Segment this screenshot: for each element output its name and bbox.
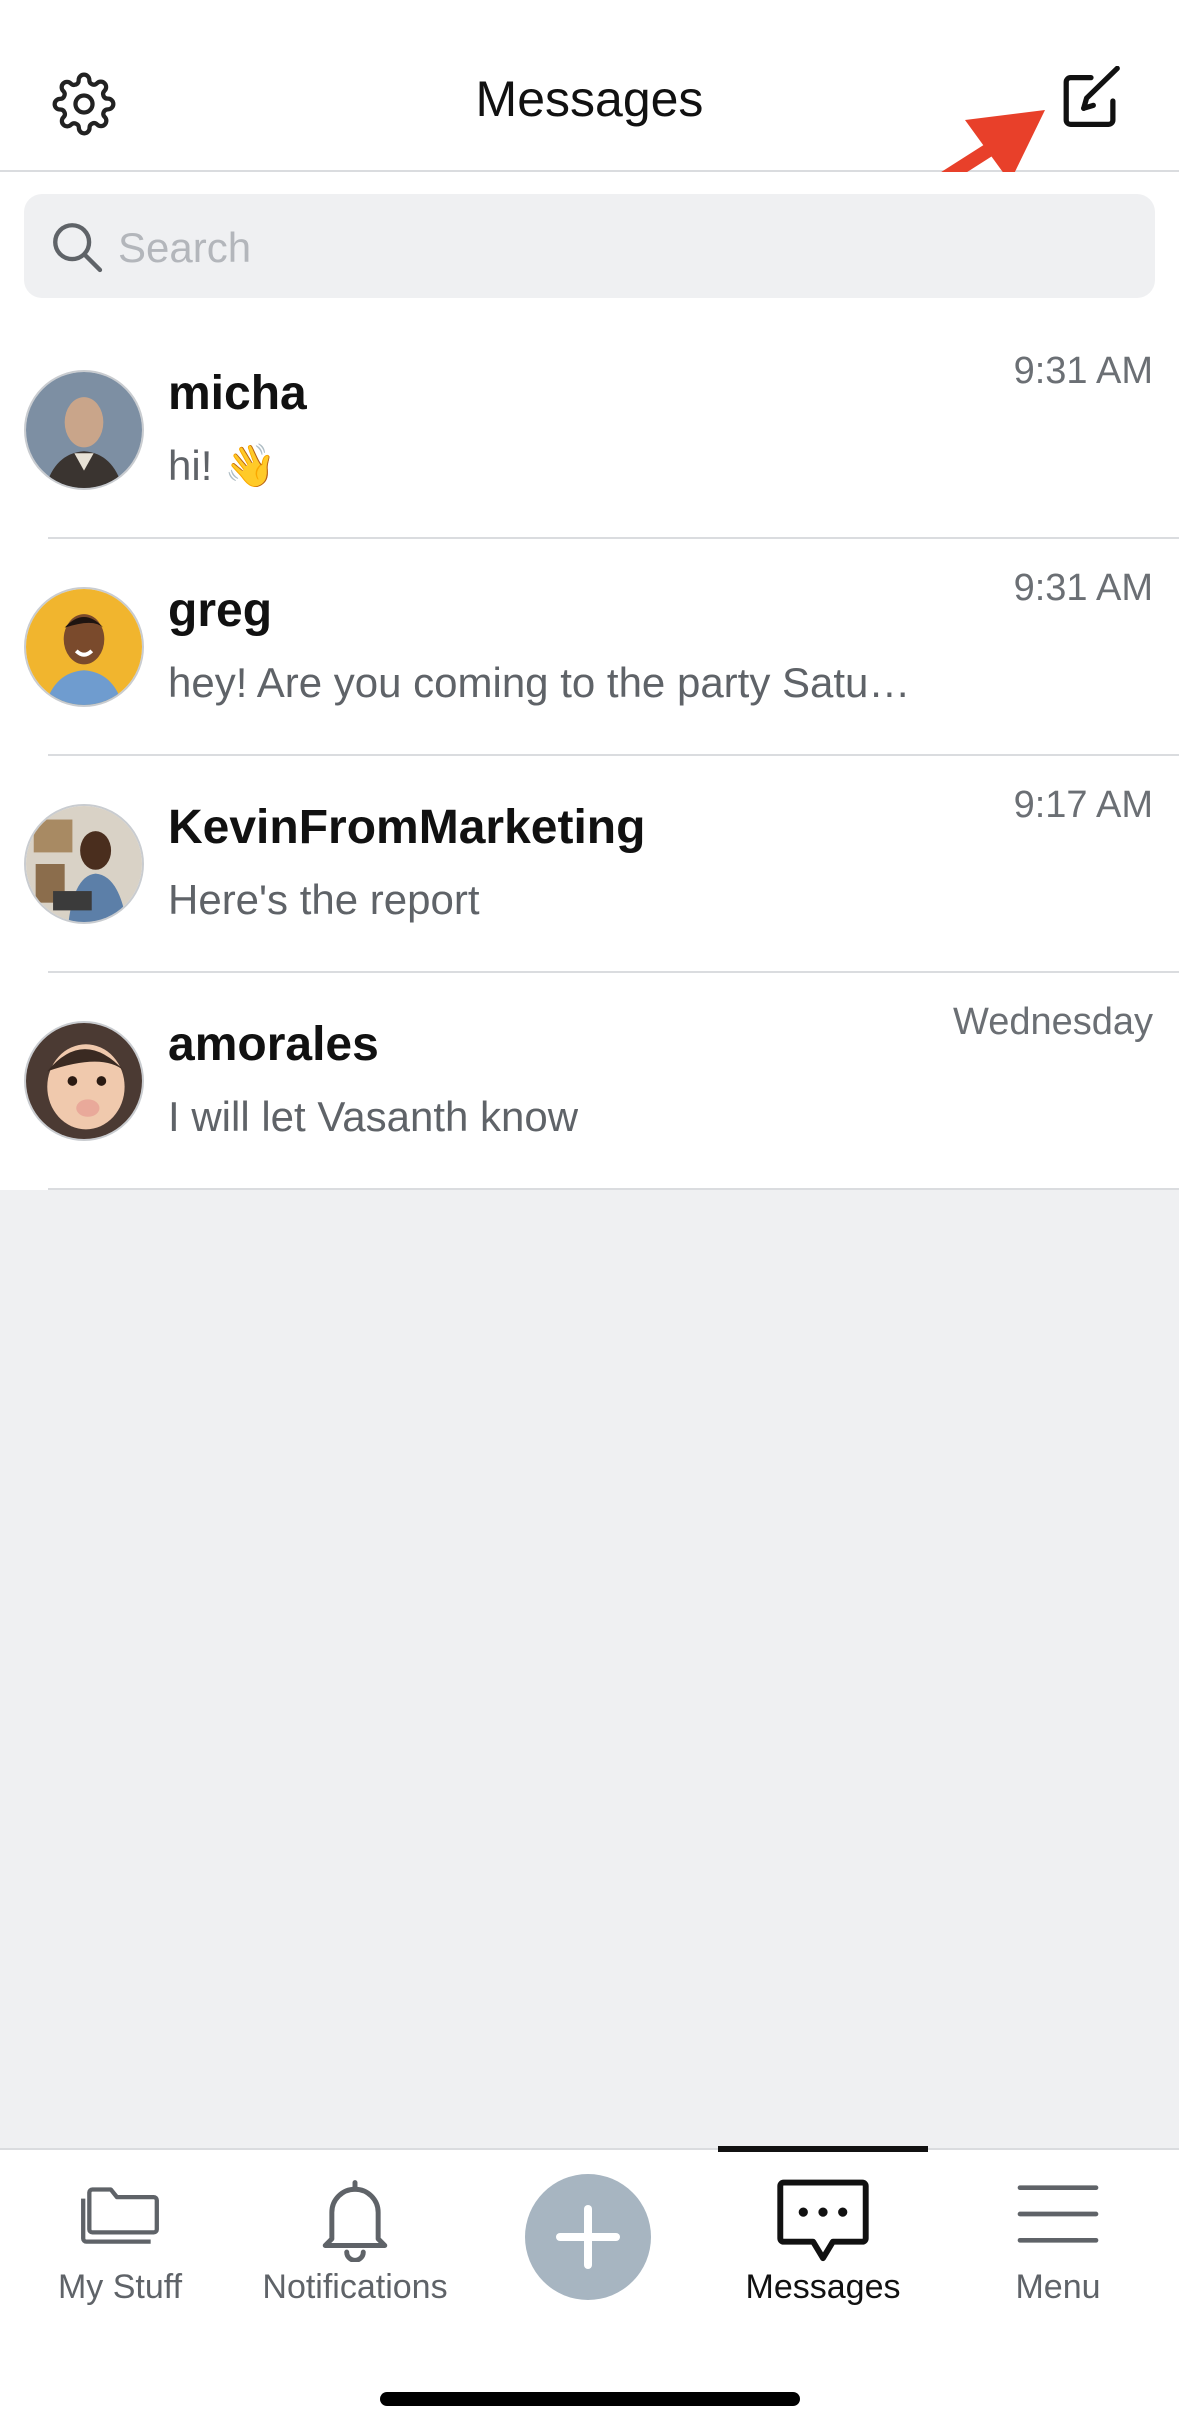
- message-preview: I will let Vasanth know: [168, 1093, 579, 1140]
- divider: [48, 1188, 1179, 1190]
- conversation-row[interactable]: greg hey! Are you coming to the party Sa…: [0, 539, 1179, 756]
- search-input[interactable]: [116, 212, 1120, 284]
- avatar: [24, 1021, 144, 1141]
- active-tab-indicator: [718, 2146, 928, 2152]
- tab-label: Messages: [745, 2268, 901, 2306]
- search-bar[interactable]: [24, 194, 1155, 298]
- avatar: [24, 587, 144, 707]
- folder-icon: [81, 2187, 159, 2244]
- create-button[interactable]: [525, 2174, 651, 2300]
- tab-messages[interactable]: Messages: [708, 2146, 938, 2320]
- tab-label: Menu: [1015, 2268, 1101, 2306]
- search-area: [0, 172, 1179, 322]
- tab-notifications[interactable]: Notifications: [240, 2150, 470, 2320]
- avatar: [24, 370, 144, 490]
- contact-name: micha: [168, 367, 307, 420]
- message-time: 9:17 AM: [1013, 784, 1153, 826]
- message-time: 9:31 AM: [1013, 567, 1153, 609]
- contact-name: KevinFromMarketing: [168, 801, 646, 854]
- hamburger-menu-icon: [1017, 2185, 1099, 2243]
- chat-bubble-icon: [777, 2179, 869, 2262]
- conversation-list: micha hi! 👋 9:31 AM greg hey! Are you co…: [0, 322, 1179, 1190]
- plus-icon: [556, 2205, 620, 2269]
- contact-name: amorales: [168, 1018, 379, 1071]
- tab-label: My Stuff: [57, 2268, 183, 2306]
- avatar: [24, 804, 144, 924]
- home-indicator: [380, 2392, 800, 2406]
- tab-menu[interactable]: Menu: [943, 2150, 1173, 2320]
- compose-new-message-icon[interactable]: [1056, 66, 1126, 136]
- message-preview: hi! 👋: [168, 442, 277, 489]
- conversation-row[interactable]: amorales I will let Vasanth know Wednesd…: [0, 973, 1179, 1190]
- search-icon: [53, 223, 103, 273]
- message-time: 9:31 AM: [1013, 350, 1153, 392]
- tab-my-stuff[interactable]: My Stuff: [5, 2150, 235, 2320]
- conversation-row[interactable]: KevinFromMarketing Here's the report 9:1…: [0, 756, 1179, 973]
- contact-name: greg: [168, 584, 273, 637]
- bell-icon: [322, 2180, 388, 2262]
- message-preview: hey! Are you coming to the party Satu…: [168, 659, 911, 706]
- message-preview: Here's the report: [168, 876, 480, 923]
- tab-label: Notifications: [262, 2268, 448, 2306]
- conversation-row[interactable]: micha hi! 👋 9:31 AM: [0, 322, 1179, 539]
- message-time: Wednesday: [953, 1001, 1153, 1043]
